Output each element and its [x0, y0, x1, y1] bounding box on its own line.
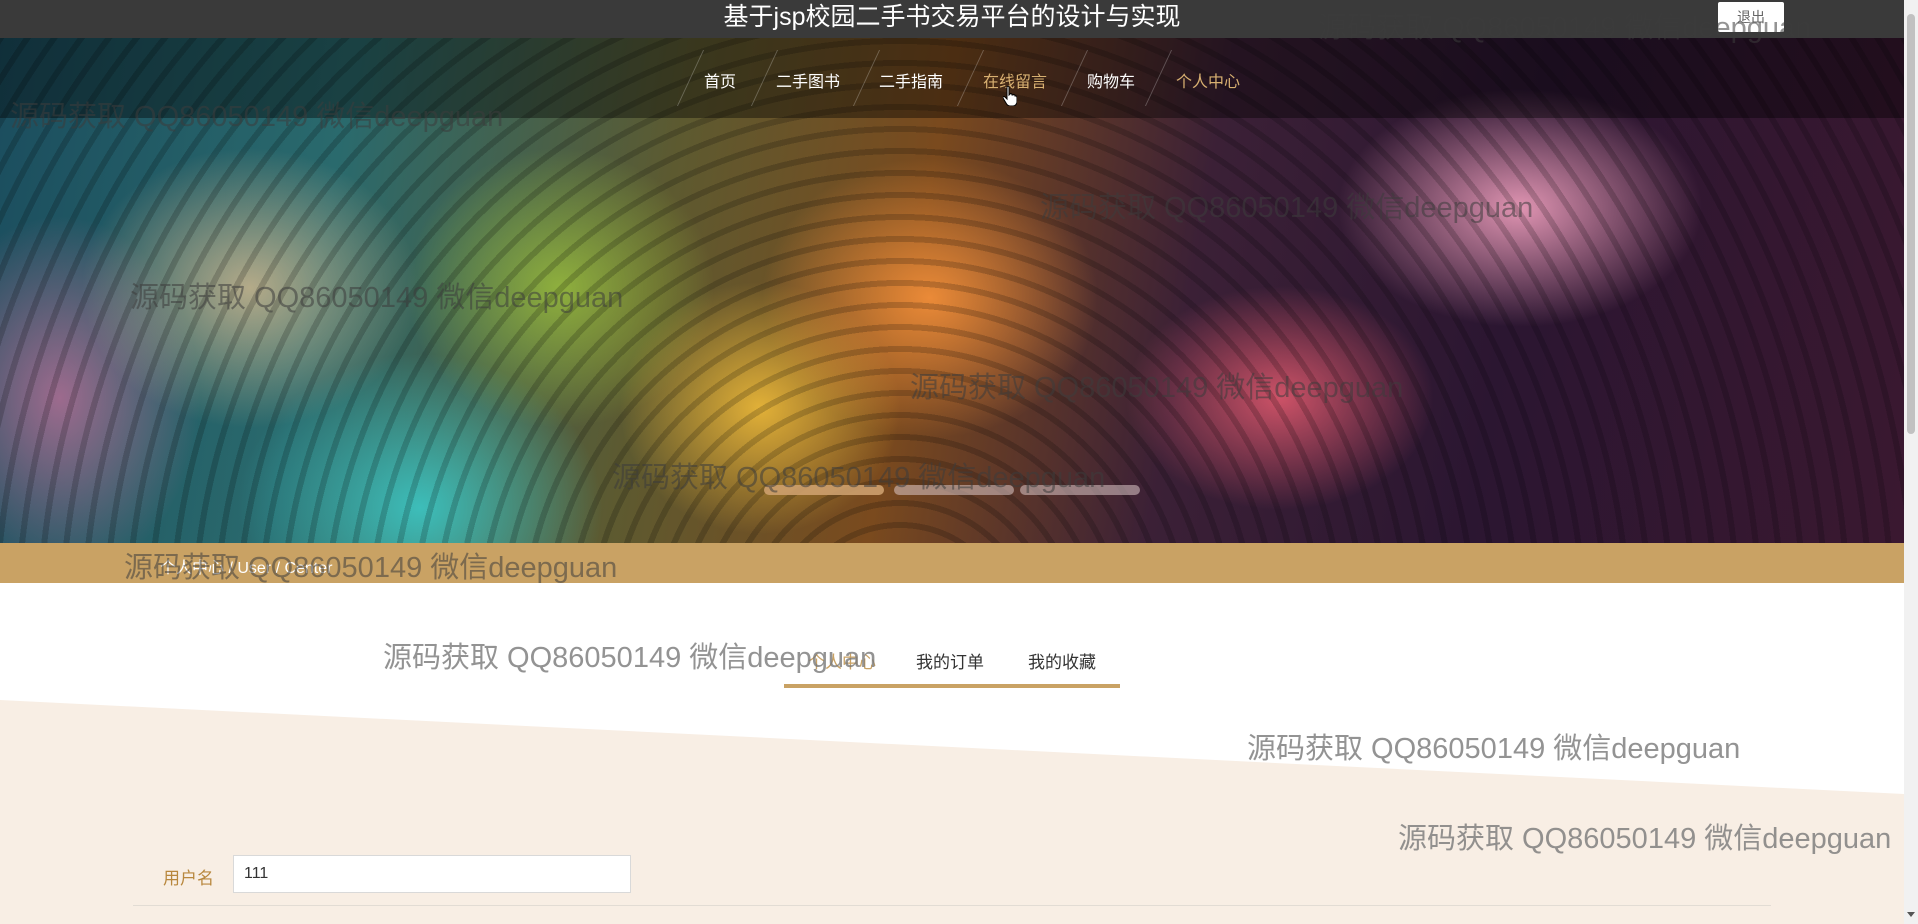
nav-item-personal-center[interactable]: 个人中心	[1176, 68, 1240, 92]
breadcrumb: 个人中心 / User / Center	[160, 560, 333, 577]
form-divider	[133, 905, 1771, 906]
nav-separator	[676, 50, 705, 106]
main-nav: 首页 二手图书 二手指南 在线留言 购物车 个人中心	[0, 38, 1904, 118]
top-title-bar: 基于jsp校园二手书交易平台的设计与实现 退出	[0, 0, 1904, 38]
logout-button[interactable]: 退出	[1718, 2, 1784, 32]
tab-my-orders[interactable]: 我的订单	[916, 648, 984, 673]
carousel-dot-1[interactable]	[764, 485, 884, 495]
username-label: 用户名	[163, 869, 214, 888]
nav-separator	[956, 50, 985, 106]
carousel-dot-2[interactable]	[894, 485, 1014, 495]
nav-item-books[interactable]: 二手图书	[776, 68, 840, 92]
app-title: 基于jsp校园二手书交易平台的设计与实现	[723, 3, 1181, 31]
breadcrumb-strip: 个人中心 / User / Center	[0, 543, 1904, 583]
hand-cursor-icon	[1003, 86, 1017, 106]
center-tabs: 个人中心 我的订单 我的收藏	[784, 640, 1120, 688]
scrollbar-thumb[interactable]	[1907, 14, 1915, 434]
nav-item-home[interactable]: 首页	[704, 68, 736, 92]
page-scrollbar[interactable]	[1904, 0, 1918, 924]
nav-separator	[750, 50, 779, 106]
nav-item-guide[interactable]: 二手指南	[879, 68, 943, 92]
nav-item-cart[interactable]: 购物车	[1087, 68, 1135, 92]
scroll-down-arrow-icon[interactable]	[1907, 912, 1915, 917]
nav-separator	[852, 50, 881, 106]
watermark: 源码获取 QQ86050149 微信deepguan	[1247, 733, 1741, 765]
username-input[interactable]	[233, 855, 631, 893]
nav-separator	[1144, 50, 1173, 106]
tab-my-favorites[interactable]: 我的收藏	[1028, 648, 1096, 673]
tab-personal-center[interactable]: 个人中心	[808, 648, 876, 673]
nav-separator	[1060, 50, 1089, 106]
carousel-dot-3[interactable]	[1020, 485, 1140, 495]
